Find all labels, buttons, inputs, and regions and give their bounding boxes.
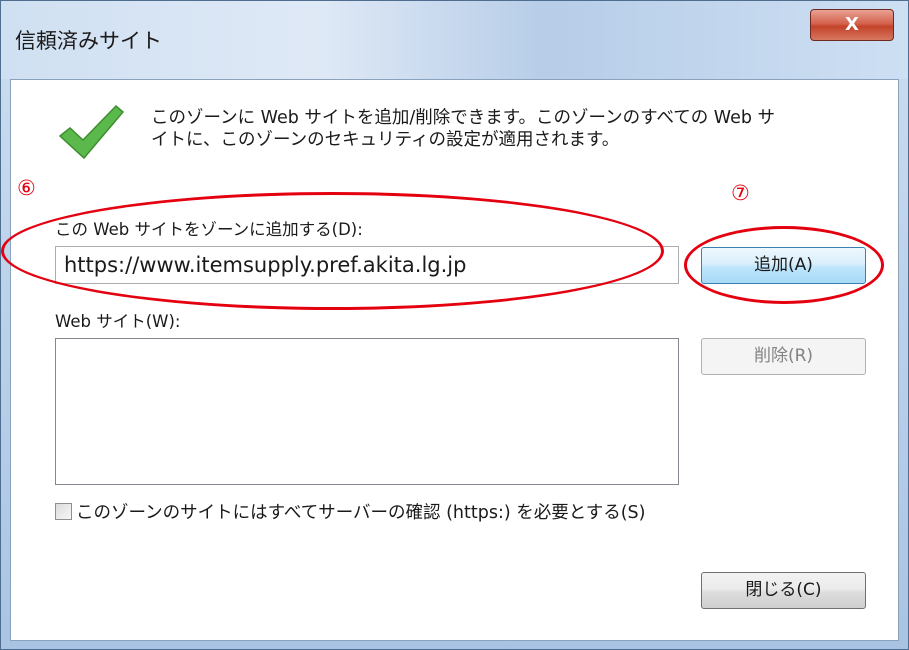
close-window-button[interactable]: X (810, 9, 894, 41)
zone-description: このゾーンに Web サイトを追加/削除できます。このゾーンのすべての Web … (151, 107, 881, 151)
dialog-body: このゾーンに Web サイトを追加/削除できます。このゾーンのすべての Web … (1, 79, 899, 641)
require-https-label[interactable]: このゾーンのサイトにはすべてサーバーの確認 (https:) を必要とする(S) (76, 499, 645, 524)
close-button[interactable]: 閉じる(C) (701, 572, 866, 609)
site-list[interactable] (55, 338, 679, 485)
trusted-sites-dialog: 信頼済みサイト X このゾーンに Web サイトを追加/削除できます。このゾーン… (0, 0, 909, 650)
checkmark-icon (58, 104, 125, 160)
annotation-ellipse-url (1, 192, 664, 310)
title-bar: 信頼済みサイト X (1, 1, 908, 79)
description-line-2: イトに、このゾーンのセキュリティの設定が適用されます。 (151, 130, 620, 150)
site-list-label: Web サイト(W): (55, 312, 181, 331)
annotation-marker-6: ⑥ (17, 176, 36, 200)
description-line-1: このゾーンに Web サイトを追加/削除できます。このゾーンのすべての Web … (151, 108, 776, 128)
annotation-marker-7: ⑦ (731, 181, 750, 205)
remove-button[interactable]: 削除(R) (701, 338, 866, 375)
dialog-title: 信頼済みサイト (15, 29, 162, 53)
require-https-checkbox[interactable] (55, 503, 72, 520)
close-icon: X (845, 14, 859, 35)
annotation-ellipse-add (684, 226, 884, 304)
